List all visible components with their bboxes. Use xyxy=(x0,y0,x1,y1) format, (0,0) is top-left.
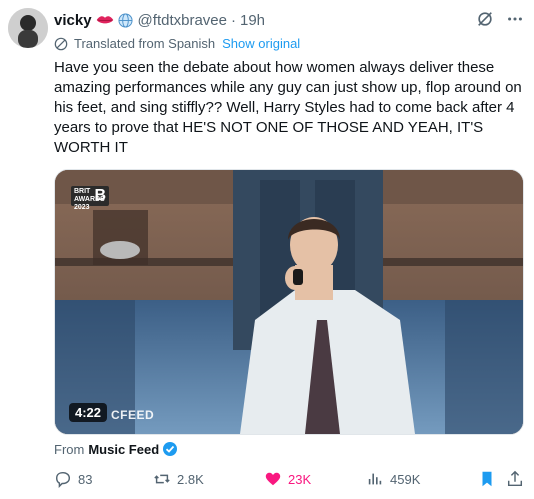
header-actions xyxy=(476,10,524,28)
reply-count: 83 xyxy=(78,471,93,487)
share-button[interactable] xyxy=(506,470,524,488)
user-handle[interactable]: @ftdtxbravee xyxy=(138,12,227,29)
translation-note: Translated from Spanish Show original xyxy=(54,36,300,51)
like-icon xyxy=(265,472,281,486)
separator-dot: · xyxy=(230,11,236,29)
tweet-text: Have you seen the debate about how women… xyxy=(54,59,526,156)
bookmark-button[interactable] xyxy=(478,470,496,488)
share-icon xyxy=(507,470,523,487)
show-original-link[interactable]: Show original xyxy=(222,36,300,51)
repost-count: 2.8K xyxy=(177,471,204,487)
globe-icon xyxy=(118,12,133,28)
lips-icon xyxy=(96,16,113,24)
media-source: From Music Feed xyxy=(54,441,178,457)
reply-button[interactable]: 83 xyxy=(54,470,92,488)
reply-icon xyxy=(55,471,71,488)
translation-label: Translated from Spanish xyxy=(74,36,216,51)
watermark: CFEED xyxy=(111,408,155,422)
video-thumbnail xyxy=(55,170,523,434)
like-count: 23K xyxy=(288,471,312,487)
source-name[interactable]: Music Feed xyxy=(88,442,159,457)
bookmark-icon xyxy=(482,471,492,487)
verified-icon xyxy=(163,442,178,456)
video-player[interactable]: BRIT AWARDS 2023 B 4:22 CFEED xyxy=(54,169,524,435)
tweet-header: vicky @ftdtxbravee · 19h xyxy=(54,10,524,30)
repost-button[interactable]: 2.8K xyxy=(153,470,204,488)
video-duration: 4:22 xyxy=(69,403,108,422)
view-count: 459K xyxy=(390,471,421,487)
like-button[interactable]: 23K xyxy=(264,470,311,488)
repost-icon xyxy=(154,474,170,484)
views-icon xyxy=(368,473,382,485)
source-prefix: From xyxy=(54,441,85,457)
avatar[interactable] xyxy=(8,8,48,48)
user-name[interactable]: vicky xyxy=(54,12,92,29)
brit-awards-badge: BRIT AWARDS 2023 B xyxy=(71,186,109,211)
timestamp[interactable]: 19h xyxy=(240,12,265,29)
translate-icon xyxy=(54,37,68,50)
more-icon[interactable] xyxy=(506,10,524,28)
views-button[interactable]: 459K xyxy=(366,470,420,488)
action-bar: 83 2.8K 23K 459K xyxy=(54,470,524,492)
grok-icon[interactable] xyxy=(476,10,494,28)
